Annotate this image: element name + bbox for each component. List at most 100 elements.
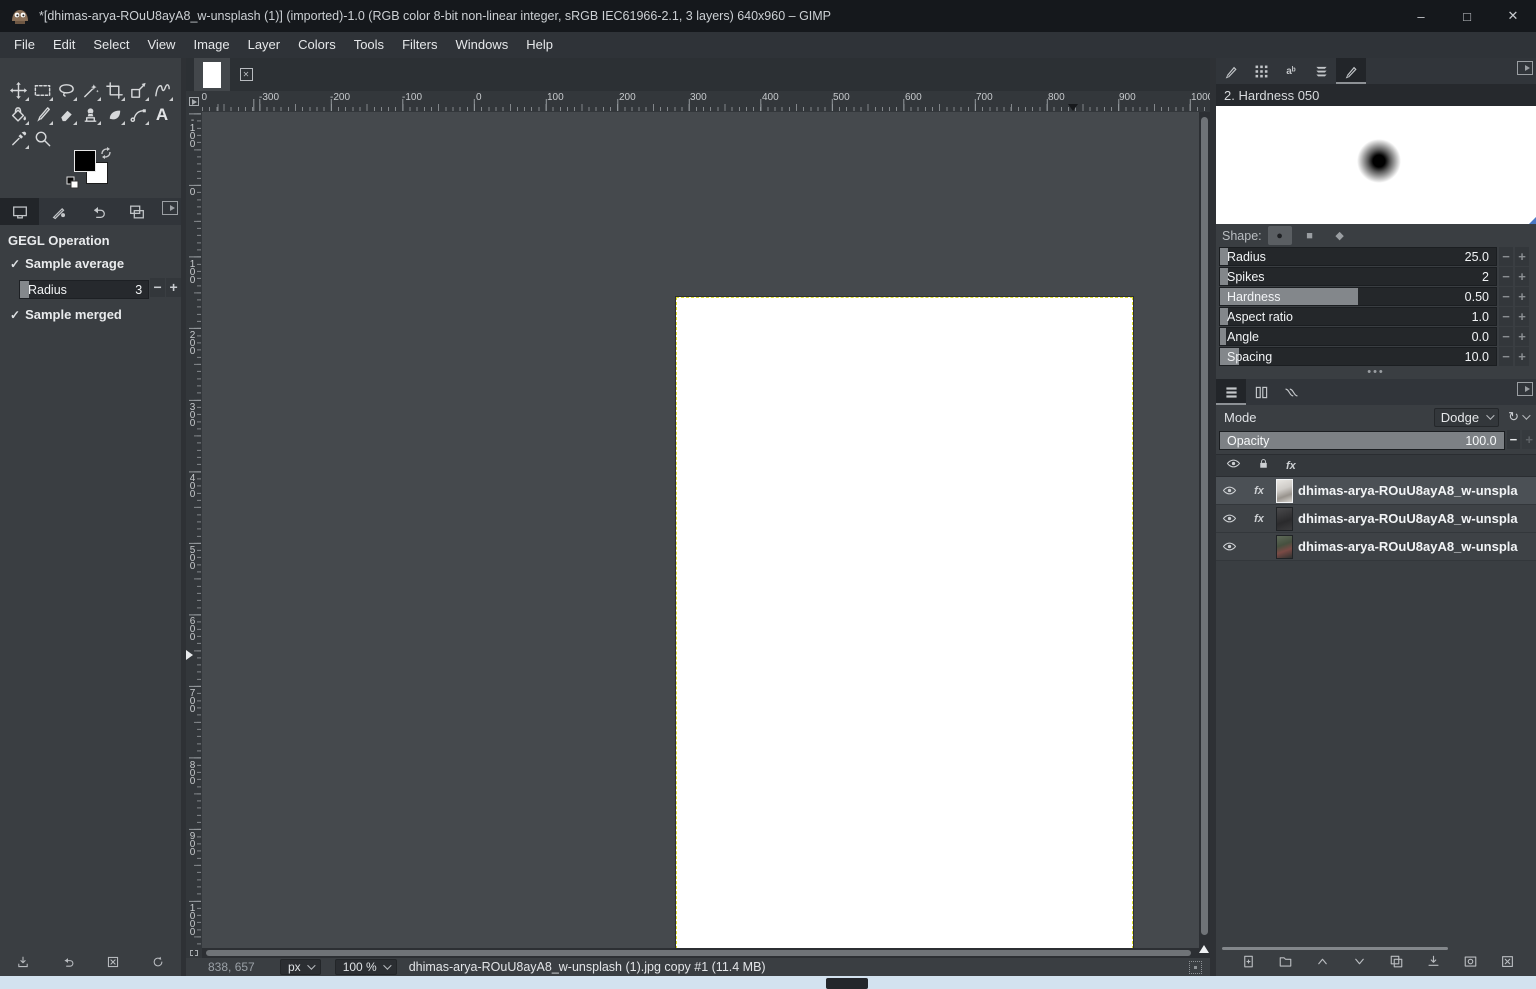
horizontal-ruler[interactable]: -400 -300 -200 -100 0 100 200 300 400 500 600 700 80… (202, 91, 1210, 112)
shape-circle-button[interactable]: ● (1267, 226, 1292, 245)
decrement-button[interactable]: − (1499, 307, 1513, 326)
increment-button[interactable]: + (1515, 307, 1529, 326)
menu-item[interactable]: Layer (239, 32, 290, 58)
vertical-ruler[interactable]: -100010020030040050060070080090010001100 (186, 112, 202, 948)
menu-item[interactable]: Tools (345, 32, 393, 58)
layer-name[interactable]: dhimas-arya-ROuU8ayA8_w-unspla (1298, 539, 1518, 554)
radius-decrement-button[interactable]: − (150, 277, 166, 297)
dockable-menu-button[interactable] (1517, 382, 1533, 396)
unified-transform-tool[interactable] (126, 78, 150, 102)
opacity-slider[interactable]: Opacity 100.0 (1219, 431, 1505, 450)
increment-button[interactable]: + (1515, 347, 1529, 366)
tab-gradients[interactable] (1306, 58, 1336, 84)
decrement-button[interactable]: − (1499, 347, 1513, 366)
brush-hardness-slider[interactable]: Hardness 0.50 (1219, 287, 1497, 306)
taskbar-item[interactable] (826, 978, 868, 989)
tab-device-status[interactable] (39, 198, 78, 225)
layers-horizontal-scrollbar[interactable] (1222, 947, 1448, 950)
horizontal-scrollbar[interactable] (202, 948, 1199, 958)
delete-layer-button[interactable] (1500, 954, 1515, 974)
menu-item[interactable]: File (5, 32, 44, 58)
paths-tool[interactable] (126, 102, 150, 126)
minimize-button[interactable]: – (1398, 0, 1444, 32)
decrement-button[interactable]: − (1499, 267, 1513, 286)
increment-button[interactable]: + (1515, 327, 1529, 346)
decrement-button[interactable]: − (1499, 327, 1513, 346)
lower-layer-button[interactable] (1352, 954, 1367, 974)
tab-channels[interactable] (1246, 379, 1276, 405)
layer-name[interactable]: dhimas-arya-ROuU8ayA8_w-unspla (1298, 483, 1518, 498)
decrement-button[interactable]: − (1499, 287, 1513, 306)
swap-colors-icon[interactable] (100, 146, 112, 164)
menu-item[interactable]: Image (184, 32, 238, 58)
color-picker-tool[interactable] (6, 126, 30, 150)
dockable-menu-button[interactable] (162, 201, 178, 215)
move-tool[interactable] (6, 78, 30, 102)
menu-item[interactable]: Colors (289, 32, 345, 58)
ruler-origin-button[interactable] (186, 91, 202, 112)
layer-thumbnail[interactable] (1276, 506, 1293, 531)
shape-square-button[interactable]: ■ (1298, 226, 1322, 245)
layer-visibility-toggle[interactable] (1216, 484, 1242, 497)
tab-layers[interactable] (1216, 379, 1246, 405)
zoom-tool[interactable] (30, 126, 54, 150)
warp-transform-tool[interactable] (150, 78, 174, 102)
add-layer-mask-button[interactable] (1463, 954, 1478, 974)
eraser-tool[interactable] (54, 102, 78, 126)
merge-down-button[interactable] (1426, 954, 1441, 974)
delete-tool-preset-button[interactable] (105, 955, 121, 974)
image-tab-active[interactable] (194, 58, 230, 91)
clone-tool[interactable] (78, 102, 102, 126)
fuzzy-select-tool[interactable] (78, 78, 102, 102)
default-colors-icon[interactable] (66, 176, 80, 195)
increment-button[interactable]: + (1515, 247, 1529, 266)
blend-mode-dropdown[interactable]: Dodge (1433, 407, 1500, 427)
resize-grip-icon[interactable] (1529, 217, 1536, 224)
fx-header-button[interactable]: fx (1286, 460, 1296, 472)
brush-angle-slider[interactable]: Angle 0.0 (1219, 327, 1497, 346)
crop-tool[interactable] (102, 78, 126, 102)
sample-average-checkbox[interactable]: ✓ Sample average (0, 250, 181, 273)
shape-diamond-button[interactable]: ◆ (1328, 226, 1352, 245)
tab-patterns[interactable] (1246, 58, 1276, 84)
sample-merged-checkbox[interactable]: ✓ Sample merged (0, 301, 181, 324)
canvas-viewport[interactable] (202, 112, 1199, 984)
layer-visibility-toggle[interactable] (1216, 540, 1242, 553)
menu-item[interactable]: Help (517, 32, 562, 58)
paintbrush-tool[interactable] (30, 102, 54, 126)
tab-undo-history[interactable] (78, 198, 117, 225)
vertical-scrollbar[interactable] (1199, 112, 1210, 948)
layer-name[interactable]: dhimas-arya-ROuU8ayA8_w-unspla (1298, 511, 1518, 526)
layer-row[interactable]: fx dhimas-arya-ROuU8ayA8_w-unspla (1216, 477, 1536, 505)
restore-tool-preset-button[interactable] (60, 955, 76, 974)
layer-thumbnail[interactable] (1276, 478, 1293, 503)
tab-brush-editor[interactable] (1336, 58, 1366, 84)
brush-spikes-slider[interactable]: Spikes 2 (1219, 267, 1497, 286)
layer-fx-badge[interactable]: fx (1242, 485, 1276, 497)
bucket-fill-tool[interactable] (6, 102, 30, 126)
tab-fonts[interactable]: aᵇ (1276, 58, 1306, 84)
decrement-button[interactable]: − (1499, 247, 1513, 266)
increment-button[interactable]: + (1515, 267, 1529, 286)
canvas[interactable] (676, 297, 1133, 984)
visibility-header-button[interactable] (1226, 457, 1241, 475)
layer-row[interactable]: fx dhimas-arya-ROuU8ayA8_w-unspla (1216, 505, 1536, 533)
brush-spacing-slider[interactable]: Spacing 10.0 (1219, 347, 1497, 366)
zoom-select[interactable]: 100 % (334, 959, 397, 975)
layer-row[interactable]: dhimas-arya-ROuU8ayA8_w-unspla (1216, 533, 1536, 561)
smudge-tool[interactable] (102, 102, 126, 126)
mode-switch-button[interactable]: ↻ (1504, 408, 1532, 427)
duplicate-layer-button[interactable] (1389, 954, 1404, 974)
new-layer-button[interactable] (1241, 954, 1256, 974)
opacity-increment-button[interactable]: + (1522, 429, 1536, 449)
brush-radius-slider[interactable]: Radius 25.0 (1219, 247, 1497, 266)
opacity-decrement-button[interactable]: − (1506, 429, 1521, 449)
menu-item[interactable]: Filters (393, 32, 446, 58)
brush-aspect-ratio-slider[interactable]: Aspect ratio 1.0 (1219, 307, 1497, 326)
tab-brushes[interactable] (1216, 58, 1246, 84)
layer-fx-badge[interactable]: fx (1242, 513, 1276, 525)
layer-thumbnail[interactable] (1276, 534, 1293, 559)
foreground-color-swatch[interactable] (74, 150, 96, 172)
raise-layer-button[interactable] (1315, 954, 1330, 974)
vertical-scrollbar-thumb[interactable] (1201, 117, 1208, 935)
